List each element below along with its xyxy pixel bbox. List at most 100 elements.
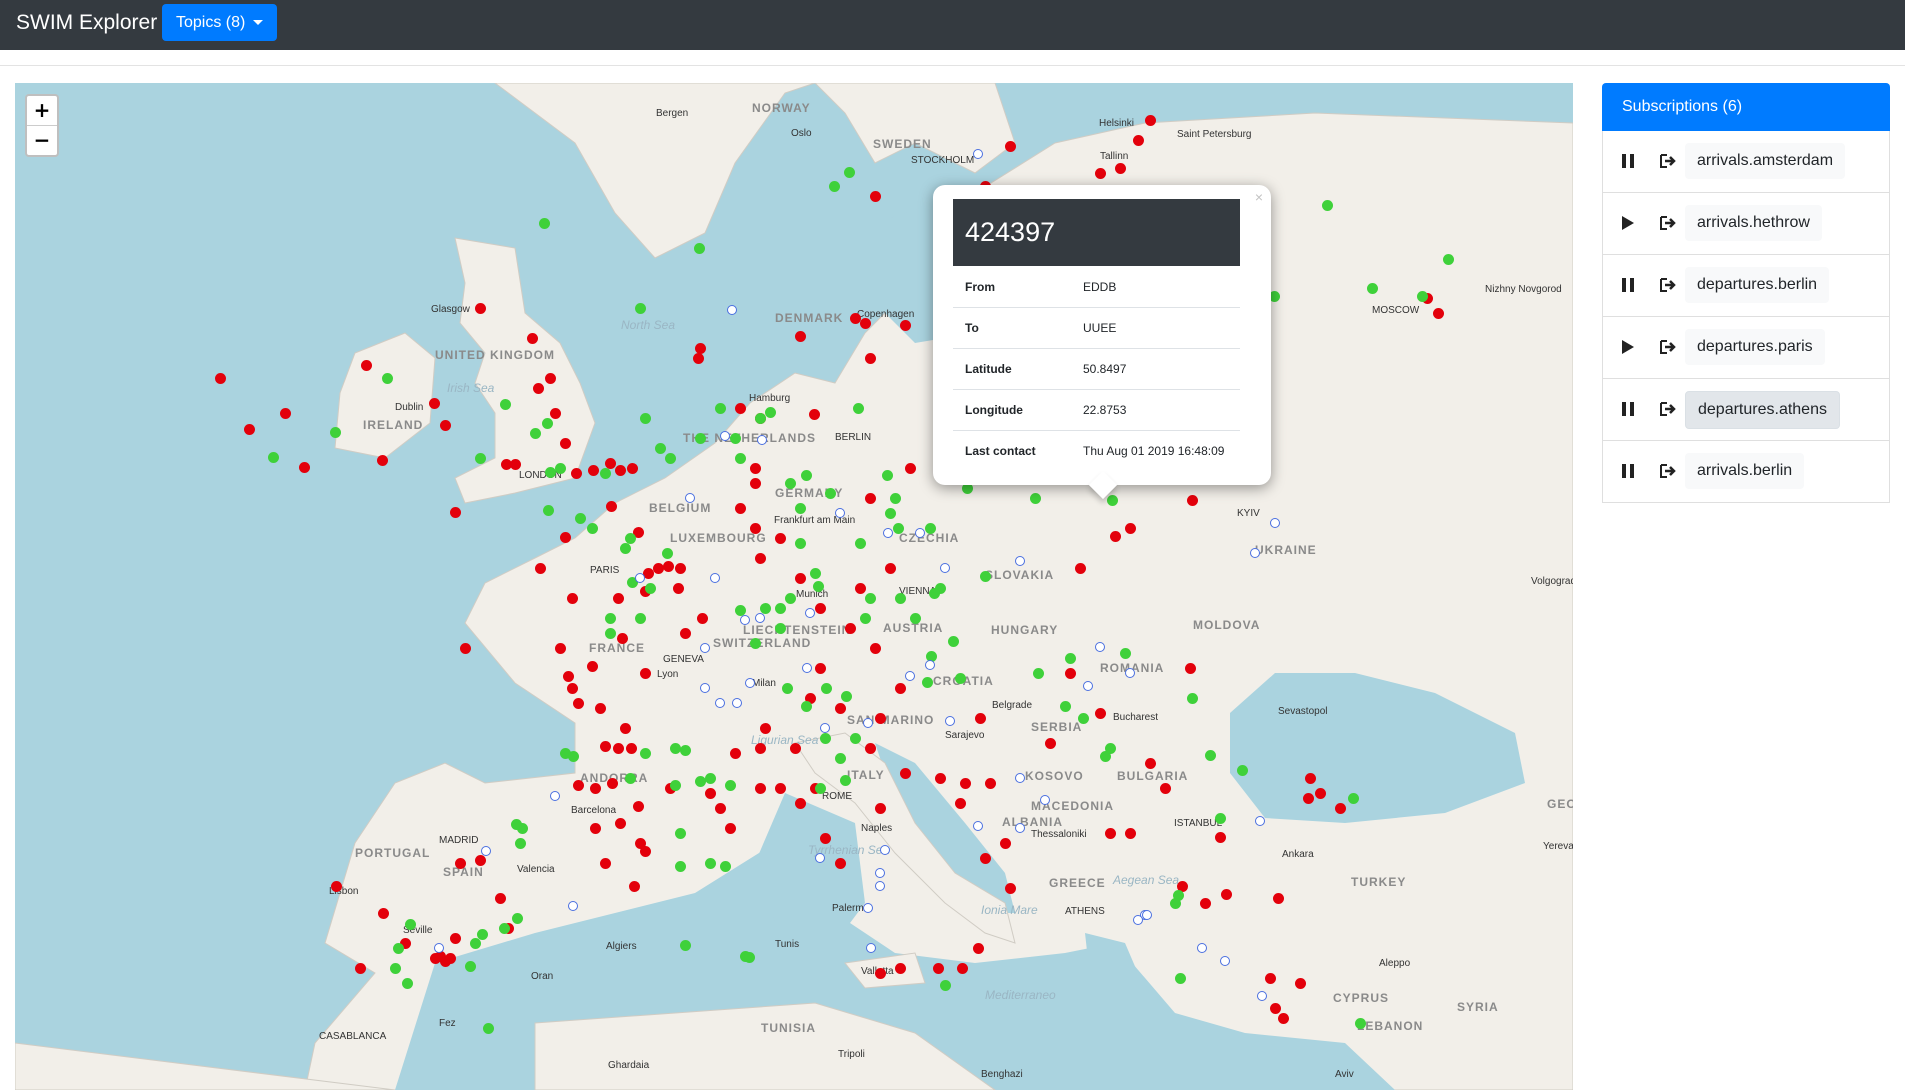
- flight-marker-red[interactable]: [705, 788, 716, 799]
- airport-marker[interactable]: [925, 660, 935, 670]
- flight-marker-green[interactable]: [695, 433, 706, 444]
- flight-marker-green[interactable]: [922, 677, 933, 688]
- flight-marker-green[interactable]: [694, 243, 705, 254]
- flight-marker-green[interactable]: [499, 923, 510, 934]
- flight-marker-red[interactable]: [1265, 973, 1276, 984]
- flight-marker-red[interactable]: [1200, 898, 1211, 909]
- flight-marker-red[interactable]: [845, 623, 856, 634]
- flight-marker-red[interactable]: [560, 532, 571, 543]
- subscription-label[interactable]: arrivals.berlin: [1685, 453, 1805, 489]
- flight-marker-green[interactable]: [980, 571, 991, 582]
- flight-marker-red[interactable]: [429, 398, 440, 409]
- flight-marker-green[interactable]: [705, 858, 716, 869]
- flight-marker-red[interactable]: [875, 713, 886, 724]
- flight-marker-green[interactable]: [890, 493, 901, 504]
- subscription-label[interactable]: arrivals.amsterdam: [1685, 143, 1846, 179]
- flight-marker-red[interactable]: [573, 698, 584, 709]
- flight-marker-red[interactable]: [663, 561, 674, 572]
- flight-marker-green[interactable]: [405, 919, 416, 930]
- flight-marker-green[interactable]: [555, 463, 566, 474]
- flight-marker-green[interactable]: [675, 828, 686, 839]
- flight-marker-red[interactable]: [1000, 838, 1011, 849]
- flight-marker-red[interactable]: [533, 383, 544, 394]
- pause-icon[interactable]: [1621, 463, 1635, 479]
- flight-marker-red[interactable]: [870, 643, 881, 654]
- flight-marker-red[interactable]: [795, 798, 806, 809]
- flight-marker-red[interactable]: [1221, 889, 1232, 900]
- flight-marker-red[interactable]: [620, 723, 631, 734]
- flight-marker-green[interactable]: [1187, 693, 1198, 704]
- airport-marker[interactable]: [973, 821, 983, 831]
- airport-marker[interactable]: [755, 613, 765, 623]
- flight-marker-red[interactable]: [1133, 135, 1144, 146]
- airport-marker[interactable]: [1040, 795, 1050, 805]
- pause-icon[interactable]: [1621, 153, 1635, 169]
- flight-marker-red[interactable]: [725, 823, 736, 834]
- flight-marker-red[interactable]: [875, 803, 886, 814]
- airport-marker[interactable]: [883, 528, 893, 538]
- flight-marker-red[interactable]: [865, 493, 876, 504]
- flight-marker-green[interactable]: [620, 543, 631, 554]
- flight-marker-red[interactable]: [795, 573, 806, 584]
- flight-marker-green[interactable]: [402, 978, 413, 989]
- flight-marker-green[interactable]: [530, 428, 541, 439]
- flight-marker-green[interactable]: [568, 751, 579, 762]
- flight-marker-red[interactable]: [563, 671, 574, 682]
- flight-marker-green[interactable]: [655, 443, 666, 454]
- flight-marker-red[interactable]: [280, 408, 291, 419]
- flight-marker-green[interactable]: [600, 468, 611, 479]
- flight-marker-red[interactable]: [587, 661, 598, 672]
- flight-marker-red[interactable]: [693, 353, 704, 364]
- flight-marker-green[interactable]: [1170, 898, 1181, 909]
- flight-marker-green[interactable]: [1033, 668, 1044, 679]
- flight-marker-green[interactable]: [635, 613, 646, 624]
- flight-marker-red[interactable]: [527, 333, 538, 344]
- flight-marker-red[interactable]: [1185, 663, 1196, 674]
- flight-marker-red[interactable]: [640, 668, 651, 679]
- flight-marker-green[interactable]: [1355, 1018, 1366, 1029]
- subscription-label[interactable]: departures.paris: [1685, 329, 1825, 365]
- flight-marker-green[interactable]: [744, 952, 755, 963]
- flight-marker-green[interactable]: [813, 581, 824, 592]
- airport-marker[interactable]: [815, 853, 825, 863]
- flight-marker-red[interactable]: [730, 748, 741, 759]
- airport-marker[interactable]: [1250, 548, 1260, 558]
- airport-marker[interactable]: [1015, 556, 1025, 566]
- airport-marker[interactable]: [1095, 642, 1105, 652]
- flight-marker-red[interactable]: [1278, 1013, 1289, 1024]
- flight-marker-red[interactable]: [975, 713, 986, 724]
- flight-marker-red[interactable]: [1433, 308, 1444, 319]
- flight-marker-red[interactable]: [460, 643, 471, 654]
- flight-marker-red[interactable]: [617, 633, 628, 644]
- flight-marker-red[interactable]: [1110, 531, 1121, 542]
- flight-marker-red[interactable]: [1145, 758, 1156, 769]
- flight-marker-green[interactable]: [860, 613, 871, 624]
- flight-marker-green[interactable]: [929, 588, 940, 599]
- flight-marker-green[interactable]: [1060, 701, 1071, 712]
- flight-marker-red[interactable]: [377, 455, 388, 466]
- flight-marker-green[interactable]: [865, 593, 876, 604]
- flight-marker-red[interactable]: [595, 703, 606, 714]
- flight-marker-red[interactable]: [455, 858, 466, 869]
- flight-marker-green[interactable]: [330, 427, 341, 438]
- flight-marker-red[interactable]: [475, 303, 486, 314]
- unsubscribe-icon[interactable]: [1659, 339, 1677, 355]
- flight-marker-green[interactable]: [1107, 495, 1118, 506]
- flight-marker-red[interactable]: [1075, 563, 1086, 574]
- flight-marker-green[interactable]: [268, 452, 279, 463]
- unsubscribe-icon[interactable]: [1659, 401, 1677, 417]
- flight-marker-red[interactable]: [475, 855, 486, 866]
- flight-marker-red[interactable]: [855, 583, 866, 594]
- flight-marker-red[interactable]: [510, 459, 521, 470]
- flight-marker-red[interactable]: [980, 853, 991, 864]
- flight-marker-red[interactable]: [567, 683, 578, 694]
- flight-marker-red[interactable]: [550, 408, 561, 419]
- flight-marker-green[interactable]: [680, 745, 691, 756]
- flight-marker-red[interactable]: [1160, 783, 1171, 794]
- airport-marker[interactable]: [1015, 823, 1025, 833]
- flight-marker-green[interactable]: [1367, 283, 1378, 294]
- flight-marker-green[interactable]: [393, 943, 404, 954]
- flight-marker-green[interactable]: [895, 593, 906, 604]
- flight-marker-red[interactable]: [809, 409, 820, 420]
- flight-marker-green[interactable]: [910, 613, 921, 624]
